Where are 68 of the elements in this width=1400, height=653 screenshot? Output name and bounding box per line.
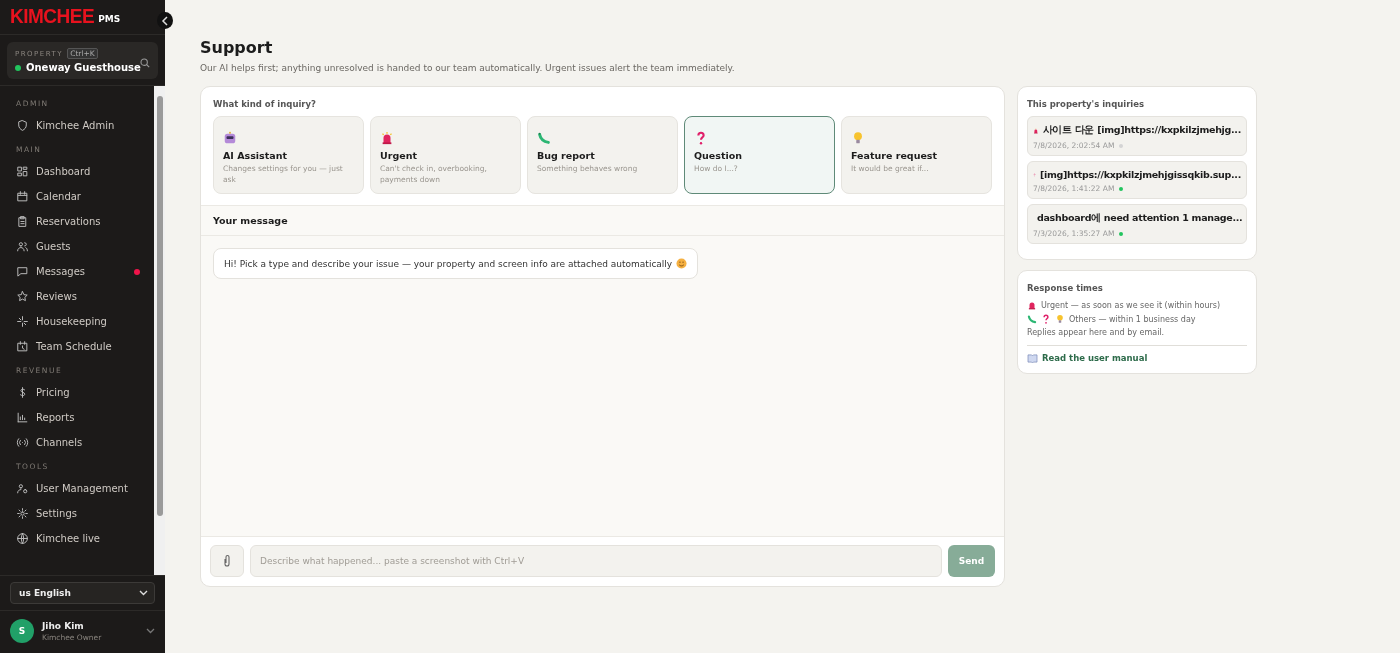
message-input[interactable]: Describe what happened... paste a screenshot with Ctrl+V xyxy=(250,545,942,577)
gear-icon xyxy=(16,507,29,520)
page-subtitle: Our AI helps first; anything unresolved is handed to our team automatically. Urgent issues alert the team immediately. xyxy=(200,63,736,73)
inquiry-title: 사이트 다운 [img]https://kxpkilzjmehjg... xyxy=(1042,124,1241,137)
nav-item[interactable]: Team Schedule xyxy=(16,334,154,359)
chevron-down-icon xyxy=(146,628,155,634)
user-name: Jiho Kim xyxy=(42,620,85,631)
message-heading: Your message xyxy=(201,206,1004,236)
shield-icon xyxy=(16,119,29,132)
grid-icon xyxy=(16,165,29,178)
language-select[interactable]: us English xyxy=(10,582,155,604)
clock-icon xyxy=(16,340,29,353)
book-icon xyxy=(1027,353,1038,363)
chevron-down-icon xyxy=(139,590,148,596)
inquiries-heading: This property's inquiries xyxy=(1027,99,1146,109)
calendar-icon xyxy=(16,190,29,203)
nav-item[interactable]: Calendar xyxy=(16,184,154,209)
nav-item[interactable]: Kimchee Admin xyxy=(16,113,154,138)
lightbulb-icon xyxy=(851,131,865,145)
logo-suffix: PMS xyxy=(98,13,121,24)
chevron-left-icon xyxy=(161,15,169,26)
nav-item[interactable]: Guests xyxy=(16,234,154,259)
response-time-text: Replies appear here and by email. xyxy=(1027,328,1165,337)
siren-icon xyxy=(380,131,394,145)
inquiry-title: dashboard에 need attention 1 manage... xyxy=(1037,212,1243,225)
type-title: Urgent xyxy=(380,150,418,161)
nav-item[interactable]: Reports xyxy=(16,405,154,430)
paperclip-icon xyxy=(223,554,231,568)
response-time-text: Others — within 1 business day xyxy=(1069,314,1196,324)
siren-icon xyxy=(1027,300,1037,310)
page-title: Support xyxy=(200,38,274,57)
usercog-icon xyxy=(16,482,29,495)
nav-item[interactable]: Housekeeping xyxy=(16,309,154,334)
radio-icon xyxy=(16,436,29,449)
smiley-icon xyxy=(676,258,688,269)
nav-item[interactable]: Pricing xyxy=(16,380,154,405)
type-title: Feature request xyxy=(851,150,939,161)
users-icon xyxy=(16,240,29,253)
search-icon xyxy=(140,58,150,68)
sparkle-icon xyxy=(16,315,29,328)
nav-item[interactable]: Messages xyxy=(16,259,154,284)
globe-icon xyxy=(16,532,29,545)
robot-icon xyxy=(223,131,237,145)
nav-item[interactable]: Channels xyxy=(16,430,154,455)
bars-icon xyxy=(16,411,29,424)
collapse-button[interactable] xyxy=(157,12,173,29)
avatar: S xyxy=(10,619,34,643)
type-title: Bug report xyxy=(537,150,596,161)
star-icon xyxy=(16,290,29,303)
inquiry-heading: What kind of inquiry? xyxy=(213,99,318,109)
user-manual-link[interactable]: Read the user manual xyxy=(1042,353,1148,363)
nav-item[interactable]: Settings xyxy=(16,501,154,526)
clipboard-icon xyxy=(16,215,29,228)
response-time-text: Urgent — as soon as we see it (within hours) xyxy=(1041,300,1221,310)
nav-item[interactable]: Reviews xyxy=(16,284,154,309)
property-name: Oneway Guesthouse xyxy=(26,62,141,73)
logo-text: KIMCHEE xyxy=(10,5,95,29)
lightbulb-icon xyxy=(1055,314,1065,324)
bubble-text: Hi! Pick a type and describe your issue — your property and screen info are attached automatically xyxy=(224,258,673,269)
response-times-heading: Response times xyxy=(1027,283,1104,293)
type-title: Question xyxy=(694,150,744,161)
nav-item[interactable]: User Management xyxy=(16,476,154,501)
inquiry-title: [img]https://kxpkilzjmehjgissqkib.sup... xyxy=(1039,169,1241,180)
type-title: AI Assistant xyxy=(223,150,289,161)
nav-item[interactable]: Reservations xyxy=(16,209,154,234)
nav-item[interactable]: Dashboard xyxy=(16,159,154,184)
chat-icon xyxy=(16,265,29,278)
nav-item[interactable]: Kimchee live xyxy=(16,526,154,551)
